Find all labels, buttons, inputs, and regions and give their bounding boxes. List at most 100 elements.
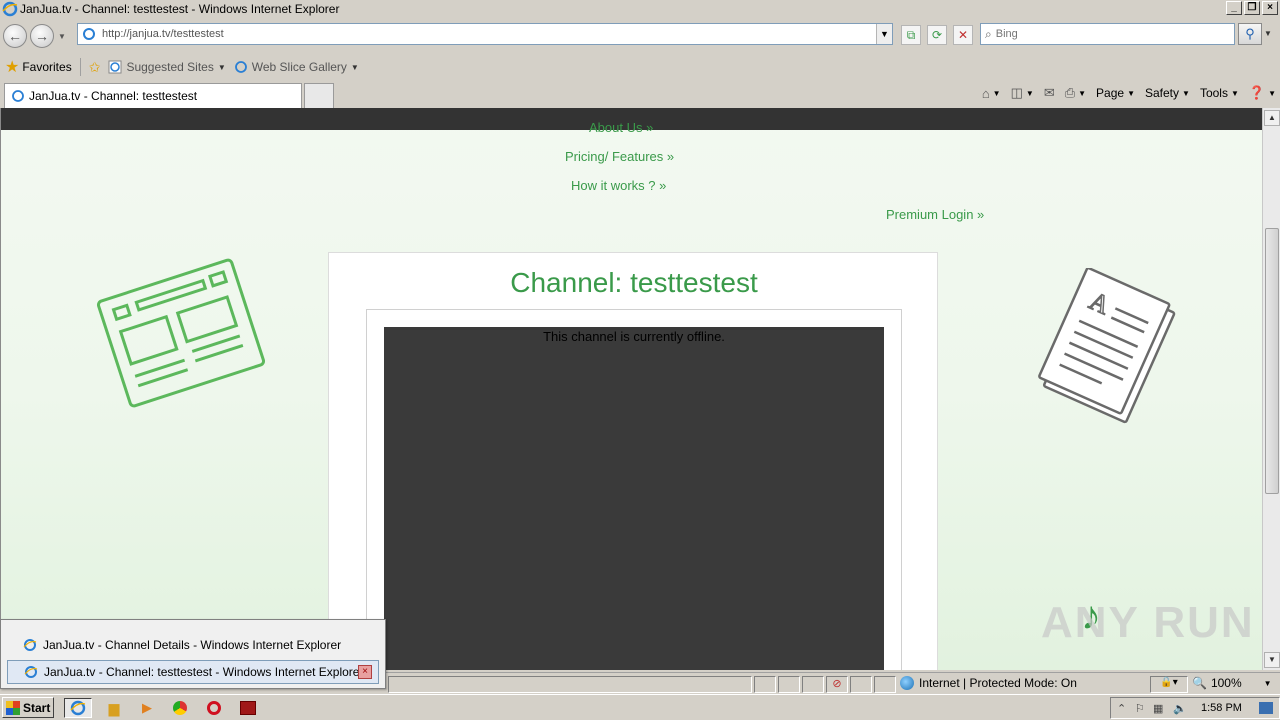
show-hidden-icons-icon[interactable]: ⌃ <box>1117 702 1126 715</box>
web-slice-gallery-label: Web Slice Gallery <box>251 60 347 74</box>
start-button[interactable]: Start <box>2 697 54 718</box>
safety-menu[interactable]: Safety ▼ <box>1145 86 1190 100</box>
help-button[interactable]: ❓ ▼ <box>1249 85 1276 101</box>
compatibility-view-button[interactable]: ⧉ <box>901 25 921 45</box>
security-zone[interactable]: Internet | Protected Mode: On <box>900 676 1077 690</box>
favorites-star-icon: ★ <box>5 59 20 76</box>
home-button[interactable]: ⌂ ▼ <box>982 86 1001 101</box>
page-menu[interactable]: Page ▼ <box>1096 86 1135 100</box>
feeds-button[interactable]: ◫ ▼ <box>1011 85 1034 101</box>
taskbar-chrome-button[interactable] <box>168 698 192 718</box>
taskbar-media-player-button[interactable]: ▶ <box>135 698 159 718</box>
refresh-button[interactable]: ⟳ <box>927 25 947 45</box>
restore-button[interactable]: ❐ <box>1244 1 1260 15</box>
document-illustration-icon: A <box>1038 268 1176 424</box>
zoom-level: 100% <box>1210 676 1242 690</box>
media-player-icon: ▶ <box>142 700 152 715</box>
ie-logo-icon <box>70 700 86 716</box>
refresh-icon: ⟳ <box>931 28 943 42</box>
ie-page-icon <box>108 60 122 74</box>
ie-page-icon <box>12 90 24 102</box>
taskbar-explorer-button[interactable]: ▆ <box>102 698 126 718</box>
add-to-favorites-icon[interactable]: ✩ <box>89 59 101 76</box>
offline-message: This channel is currently offline. <box>543 329 725 344</box>
chevron-down-icon: ▼ <box>350 62 359 72</box>
ie-page-icon <box>234 61 247 73</box>
search-button[interactable]: ⚲ <box>1238 23 1262 45</box>
status-cell <box>850 676 872 693</box>
volume-icon[interactable]: 🔈 <box>1173 702 1187 715</box>
favorites-button[interactable]: Favorites <box>22 60 71 74</box>
page-menu-label: Page <box>1096 86 1125 100</box>
forward-arrow-icon: → <box>35 28 49 44</box>
print-button[interactable]: ⎙ ▼ <box>1065 85 1086 101</box>
chevron-down-icon: ▼ <box>1230 88 1239 98</box>
nav-pricing-features-link[interactable]: Pricing/ Features » <box>565 149 674 164</box>
close-window-icon[interactable]: × <box>358 665 372 679</box>
scroll-thumb[interactable] <box>1265 228 1279 494</box>
premium-login-link[interactable]: Premium Login » <box>886 207 984 222</box>
taskbar-window-list: JanJua.tv - Channel Details - Windows In… <box>0 619 386 689</box>
read-mail-button[interactable]: ✉ <box>1044 85 1055 101</box>
recent-pages-dropdown[interactable]: ▼ <box>58 32 66 41</box>
window-list-item[interactable]: JanJua.tv - Channel Details - Windows In… <box>7 633 379 657</box>
window-list-label: JanJua.tv - Channel: testtestest - Windo… <box>44 665 364 679</box>
tab-label: JanJua.tv - Channel: testtestest <box>29 89 198 103</box>
scroll-up-button[interactable]: ▲ <box>1264 110 1280 126</box>
chrome-icon <box>173 701 187 715</box>
address-dropdown-button[interactable]: ▼ <box>876 24 892 44</box>
nav-about-us-link[interactable]: About Us » <box>589 120 653 135</box>
search-box[interactable]: ⌕ <box>980 23 1235 45</box>
close-window-button[interactable]: × <box>1262 1 1278 15</box>
new-tab-button[interactable] <box>304 83 334 108</box>
status-text-cell <box>388 676 752 693</box>
help-icon: ❓ <box>1248 85 1266 100</box>
taskbar-opera-button[interactable] <box>202 698 226 718</box>
taskbar-app-button[interactable] <box>236 698 260 718</box>
network-icon[interactable]: ▦ <box>1153 702 1163 715</box>
opera-icon <box>207 701 221 715</box>
minimize-button[interactable]: _ <box>1226 1 1242 15</box>
web-slice-gallery-link[interactable]: Web Slice Gallery ▼ <box>234 60 359 74</box>
system-tray: ⌃ ⚐ ▦ 🔈 1:58 PM <box>1110 697 1280 719</box>
folder-icon: ▆ <box>108 699 120 716</box>
chevron-down-icon: ▼ <box>1268 88 1276 98</box>
zoom-control[interactable]: 🔍 100% ▼ <box>1192 676 1272 690</box>
suggested-sites-link[interactable]: Suggested Sites ▼ <box>108 60 226 74</box>
popup-blocker-icon[interactable]: ⊘ <box>826 676 848 693</box>
taskbar: Start ▆ ▶ ⌃ ⚐ ▦ 🔈 1:58 PM <box>0 694 1280 720</box>
window-controls: _ ❐ × <box>1226 1 1278 15</box>
tab-channel[interactable]: JanJua.tv - Channel: testtestest <box>4 83 302 108</box>
tab-strip: JanJua.tv - Channel: testtestest ⌂ ▼ ◫ ▼ ✉… <box>0 81 1280 108</box>
stop-button[interactable]: ✕ <box>953 25 973 45</box>
nav-how-it-works-link[interactable]: How it works ? » <box>571 178 666 193</box>
show-desktop-icon[interactable] <box>1259 702 1273 714</box>
address-bar[interactable]: http://janjua.tv/testtestest ▼ <box>77 23 893 45</box>
page-viewport: About Us » Pricing/ Features » How it wo… <box>0 108 1262 670</box>
command-bar: ⌂ ▼ ◫ ▼ ✉ ⎙ ▼ Page ▼ Safety ▼ Tools ▼ ❓ ▼ <box>982 85 1276 101</box>
search-options-dropdown[interactable]: ▼ <box>1264 29 1272 38</box>
clock[interactable]: 1:58 PM <box>1201 702 1242 714</box>
chevron-down-icon: ▼ <box>1263 678 1272 688</box>
lock-icon: 🔒▾ <box>1160 677 1178 688</box>
window-list-item[interactable]: JanJua.tv - Channel: testtestest - Windo… <box>7 660 379 684</box>
back-button[interactable]: ← <box>3 24 27 48</box>
search-input[interactable] <box>995 28 1216 40</box>
favorites-bar: ★ Favorites ✩ Suggested Sites ▼ Web Slic… <box>0 54 1280 80</box>
newspaper-illustration-icon <box>96 258 266 408</box>
action-center-flag-icon[interactable]: ⚐ <box>1135 702 1145 715</box>
tools-menu[interactable]: Tools ▼ <box>1200 86 1239 100</box>
home-icon: ⌂ <box>981 85 990 101</box>
forward-button[interactable]: → <box>30 24 54 48</box>
video-player[interactable]: This channel is currently offline. <box>384 327 884 670</box>
suggested-sites-label: Suggested Sites <box>126 60 214 74</box>
compatibility-icon: ⧉ <box>906 28 916 42</box>
channel-title: Channel: testtestest <box>510 267 758 298</box>
protected-mode-lock-button[interactable]: 🔒▾ <box>1150 676 1188 693</box>
globe-icon <box>900 676 914 690</box>
vertical-scrollbar[interactable]: ▲ ▼ <box>1262 108 1280 670</box>
taskbar-ie-button[interactable] <box>64 698 92 718</box>
status-cell <box>874 676 896 693</box>
divider <box>79 58 81 76</box>
scroll-down-button[interactable]: ▼ <box>1264 652 1280 668</box>
